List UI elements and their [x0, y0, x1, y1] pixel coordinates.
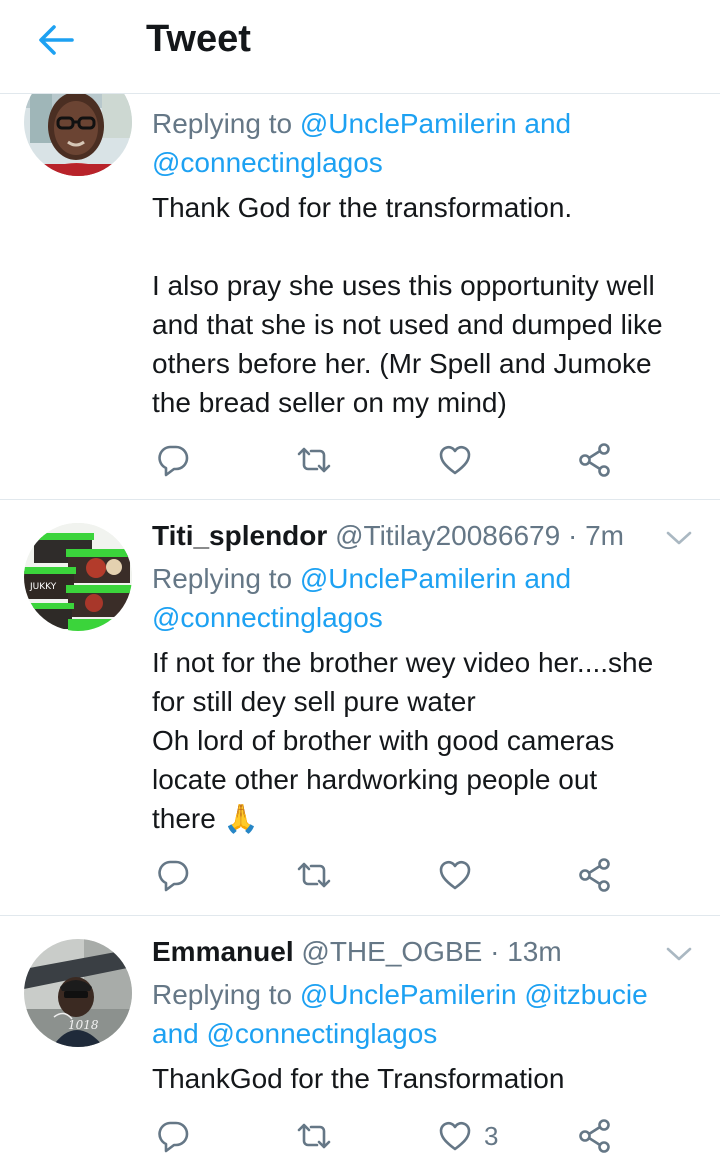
user-handle[interactable]: @Titilay20086679: [335, 520, 560, 551]
reply-button[interactable]: [156, 1116, 190, 1156]
display-name[interactable]: Titi_splendor: [152, 520, 327, 551]
tweet-header: Emmanuel @THE_OGBE · 13m: [152, 936, 562, 967]
retweet-icon: [297, 447, 331, 473]
tweet-actions: 3: [152, 1116, 632, 1156]
avatar[interactable]: 1018: [24, 939, 132, 1047]
mention-link[interactable]: @connectinglagos: [152, 147, 383, 178]
more-options-button[interactable]: [664, 526, 694, 550]
tweet-text: Thank God for the transformation. I also…: [152, 192, 663, 418]
share-button[interactable]: [578, 440, 612, 480]
heart-icon: [439, 1121, 471, 1151]
divider: [0, 915, 720, 916]
reply-button[interactable]: [156, 440, 190, 480]
arrow-left-icon: [39, 25, 74, 55]
tweet-text: ThankGod for the Transformation: [152, 1063, 565, 1094]
tweet-actions: [152, 440, 632, 480]
like-button[interactable]: [438, 440, 472, 480]
timestamp[interactable]: 7m: [585, 520, 624, 551]
mention-link[interactable]: @UnclePamilerin: [300, 563, 517, 594]
user-handle[interactable]: @THE_OGBE: [301, 936, 482, 967]
chevron-down-icon: [666, 531, 692, 545]
replying-to-line2: @connectinglagos: [152, 598, 383, 637]
like-button[interactable]: [438, 855, 472, 895]
like-button[interactable]: 3: [438, 1116, 498, 1156]
replying-to: Replying to @UnclePamilerin and: [152, 563, 572, 594]
share-icon: [579, 1119, 610, 1153]
mention-link[interactable]: @UnclePamilerin @itzbucie: [300, 979, 648, 1010]
share-icon: [579, 858, 610, 892]
retweet-button[interactable]: [296, 855, 332, 895]
like-count: 3: [484, 1120, 499, 1151]
tweet-text: If not for the brother wey video her....…: [152, 647, 654, 834]
share-button[interactable]: [578, 1116, 612, 1156]
reply-button[interactable]: [156, 855, 190, 895]
mention-link[interactable]: @connectinglagos: [207, 1018, 438, 1049]
retweet-button[interactable]: [296, 440, 332, 480]
tweet-header: Titi_splendor @Titilay20086679 · 7m: [152, 520, 624, 551]
reply-icon: [158, 445, 189, 477]
divider: [0, 499, 720, 500]
svg-text:JUKKY: JUKKY: [29, 582, 57, 592]
replying-to-line2: and @connectinglagos: [152, 1018, 438, 1049]
replying-to: Replying to @UnclePamilerin @itzbucie: [152, 979, 648, 1010]
share-button[interactable]: [578, 855, 612, 895]
replying-to-line2: @connectinglagos: [152, 143, 383, 182]
heart-icon: [439, 445, 471, 475]
top-app-bar: Tweet: [0, 0, 720, 94]
chevron-down-icon: [666, 947, 692, 961]
back-button[interactable]: [34, 20, 78, 60]
share-icon: [579, 443, 610, 477]
page-title: Tweet: [146, 18, 251, 60]
svg-text:1018: 1018: [68, 1018, 99, 1032]
heart-icon: [439, 860, 471, 890]
retweet-icon: [297, 1123, 331, 1149]
reply-icon: [158, 1121, 189, 1153]
replying-to: Replying to @UnclePamilerin and: [152, 108, 572, 139]
avatar[interactable]: JUKKY: [24, 523, 132, 631]
mention-link[interactable]: @UnclePamilerin: [300, 108, 517, 139]
mention-link[interactable]: @connectinglagos: [152, 602, 383, 633]
retweet-icon: [297, 862, 331, 888]
more-options-button[interactable]: [664, 942, 694, 966]
reply-icon: [158, 860, 189, 892]
retweet-button[interactable]: [296, 1116, 332, 1156]
display-name[interactable]: Emmanuel: [152, 936, 294, 967]
timestamp[interactable]: 13m: [507, 936, 561, 967]
tweet-actions: [152, 855, 632, 895]
